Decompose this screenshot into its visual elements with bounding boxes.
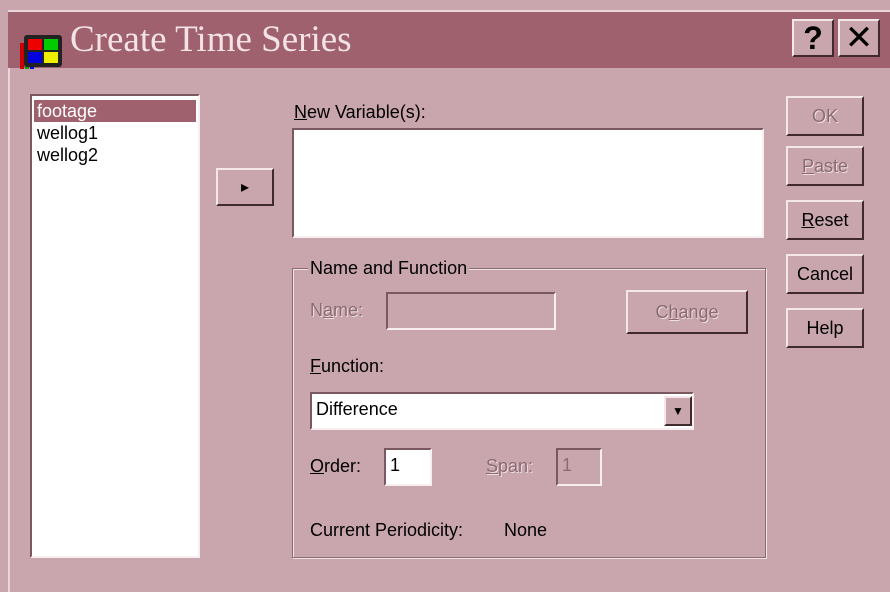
span-input[interactable]: 1	[556, 448, 602, 486]
periodicity-label: Current Periodicity:	[310, 520, 464, 540]
ok-button[interactable]: OK	[786, 96, 864, 136]
function-select[interactable]: Difference	[310, 392, 694, 430]
order-label: Order:	[310, 456, 362, 476]
arrow-right-icon: ▸	[240, 179, 250, 196]
cancel-button[interactable]: Cancel	[786, 254, 864, 294]
new-variables-list[interactable]	[292, 128, 764, 238]
periodicity-value: None	[504, 520, 548, 540]
reset-button[interactable]: Reset	[786, 200, 864, 240]
list-item[interactable]: wellog2	[34, 144, 196, 166]
close-icon[interactable]: ✕	[838, 19, 880, 57]
list-item[interactable]: wellog1	[34, 122, 196, 144]
title-bar[interactable]: Create Time Series	[8, 12, 890, 69]
new-variables-label: New Variable(s):	[294, 102, 426, 122]
window-title: Create Time Series	[70, 19, 352, 60]
help-title-button[interactable]: ?	[792, 19, 834, 57]
function-label: Function:	[310, 356, 385, 376]
change-button[interactable]: Ch ange	[626, 290, 748, 334]
app-icon	[20, 35, 62, 69]
list-item[interactable]: footage	[34, 100, 196, 122]
move-variable-button[interactable]: ▸	[216, 168, 274, 206]
source-variable-list[interactable]: footage wellog1 wellog2	[30, 94, 200, 558]
function-select-value: Difference	[316, 399, 398, 419]
group-title: Name and Function	[308, 258, 470, 279]
paste-button[interactable]: Paste	[786, 146, 864, 186]
order-input[interactable]: 1	[384, 448, 432, 486]
chevron-down-icon[interactable]: ▼	[664, 396, 692, 426]
span-label: Span:	[486, 456, 534, 476]
help-button[interactable]: Help	[786, 308, 864, 348]
name-input[interactable]	[386, 292, 556, 330]
name-label: Name:	[310, 300, 364, 320]
